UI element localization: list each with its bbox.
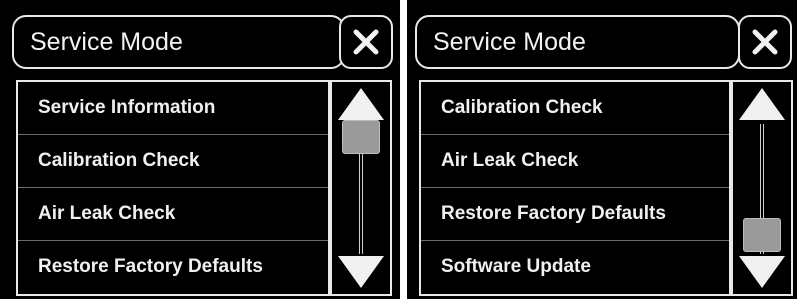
list-item-restore-factory-defaults[interactable]: Restore Factory Defaults — [18, 241, 328, 294]
arrow-up-icon[interactable] — [336, 86, 386, 122]
close-button[interactable] — [738, 15, 792, 69]
service-menu-list: Calibration Check Air Leak Check Restore… — [419, 80, 731, 296]
list-item-software-update[interactable]: Software Update — [421, 241, 729, 294]
scroll-thumb[interactable] — [743, 218, 781, 252]
list-item-service-information[interactable]: Service Information — [18, 82, 328, 135]
close-icon — [353, 29, 379, 55]
close-button[interactable] — [339, 15, 393, 69]
scrollbar[interactable] — [330, 80, 392, 296]
arrow-down-icon[interactable] — [336, 254, 386, 290]
close-icon — [752, 29, 778, 55]
service-mode-screen-left: Service Mode Service Information Calibra… — [0, 0, 400, 299]
list-item-calibration-check[interactable]: Calibration Check — [421, 82, 729, 135]
list-item-air-leak-check[interactable]: Air Leak Check — [421, 135, 729, 188]
list-item-calibration-check[interactable]: Calibration Check — [18, 135, 328, 188]
service-mode-screen-right: Service Mode Calibration Check Air Leak … — [407, 0, 797, 299]
list-item-air-leak-check[interactable]: Air Leak Check — [18, 188, 328, 241]
arrow-down-icon[interactable] — [737, 254, 787, 290]
service-menu-list: Service Information Calibration Check Ai… — [16, 80, 330, 296]
page-title: Service Mode — [415, 15, 740, 69]
list-item-restore-factory-defaults[interactable]: Restore Factory Defaults — [421, 188, 729, 241]
scrollbar[interactable] — [731, 80, 793, 296]
scroll-thumb[interactable] — [342, 120, 380, 154]
page-title: Service Mode — [12, 15, 345, 69]
arrow-up-icon[interactable] — [737, 86, 787, 122]
